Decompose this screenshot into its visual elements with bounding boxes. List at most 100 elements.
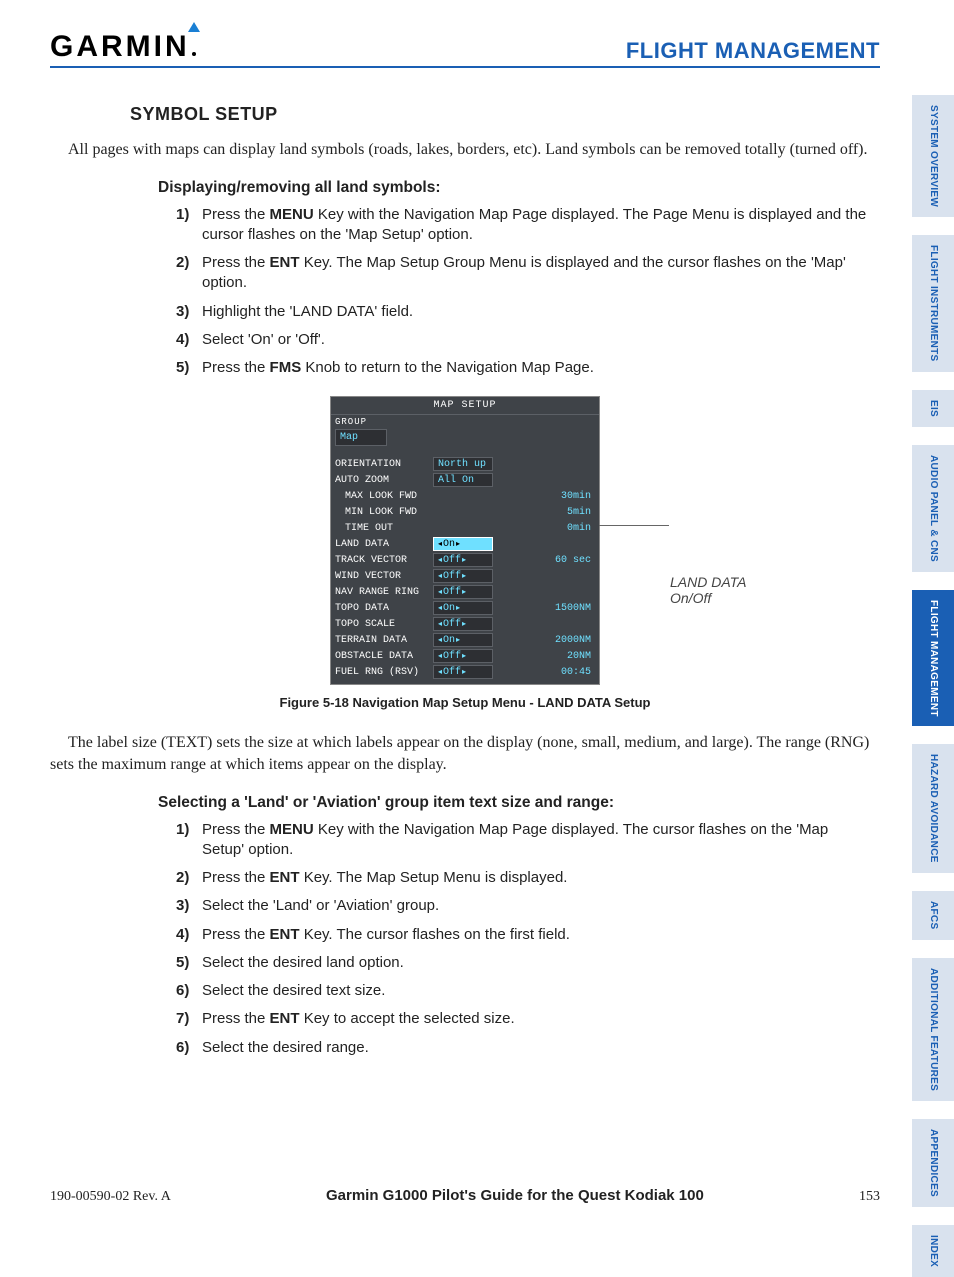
setting-label: MAX LOOK FWD (335, 491, 433, 502)
key-name: MENU (270, 206, 314, 223)
step-number: 4) (176, 330, 202, 350)
figure-block: MAP SETUP GROUP Map ORIENTATIONNorth upA… (50, 396, 880, 685)
procedure-heading-1: Displaying/removing all land symbols: (158, 179, 880, 197)
key-name: ENT (270, 926, 300, 943)
setting-value: Off (433, 665, 493, 679)
map-setup-row: TIME OUT0min (335, 520, 595, 536)
setting-label: NAV RANGE RING (335, 587, 433, 598)
setting-label: TOPO SCALE (335, 619, 433, 630)
figure-caption: Figure 5-18 Navigation Map Setup Menu - … (50, 695, 880, 710)
step-item: 2)Press the ENT Key. The Map Setup Menu … (176, 868, 870, 888)
map-setup-row: TERRAIN DATAOn2000NM (335, 632, 595, 648)
map-setup-title: MAP SETUP (331, 397, 599, 415)
procedure-heading-2: Selecting a 'Land' or 'Aviation' group i… (158, 794, 880, 812)
step-text: Press the MENU Key with the Navigation M… (202, 820, 870, 861)
step-text: Press the ENT Key. The Map Setup Group M… (202, 253, 870, 294)
key-name: ENT (270, 1010, 300, 1027)
intro-paragraph-1: All pages with maps can display land sym… (50, 139, 880, 161)
section-tab[interactable]: HAZARD AVOIDANCE (912, 744, 954, 873)
callout-leader-line (599, 525, 669, 526)
step-text: Select 'On' or 'Off'. (202, 330, 870, 350)
setting-label: OBSTACLE DATA (335, 651, 433, 662)
setting-extra: 5min (493, 507, 595, 518)
figure-callout: LAND DATA On/Off (670, 574, 747, 606)
setting-label: TOPO DATA (335, 603, 433, 614)
setting-value: Off (433, 585, 493, 599)
map-setup-row: AUTO ZOOMAll On (335, 472, 595, 488)
step-text: Press the FMS Knob to return to the Navi… (202, 358, 870, 378)
step-item: 5)Press the FMS Knob to return to the Na… (176, 358, 870, 378)
setting-value: Off (433, 617, 493, 631)
step-item: 5)Select the desired land option. (176, 953, 870, 973)
section-tab[interactable]: AFCS (912, 891, 954, 939)
setting-extra: 0min (493, 523, 595, 534)
step-item: 7)Press the ENT Key to accept the select… (176, 1009, 870, 1029)
section-tab[interactable]: EIS (912, 390, 954, 427)
step-number: 4) (176, 925, 202, 945)
map-setup-row: ORIENTATIONNorth up (335, 456, 595, 472)
setting-extra: 1500NM (493, 603, 595, 614)
step-item: 2)Press the ENT Key. The Map Setup Group… (176, 253, 870, 294)
step-item: 6)Select the desired text size. (176, 981, 870, 1001)
step-text: Highlight the 'LAND DATA' field. (202, 302, 870, 322)
section-tab[interactable]: FLIGHT INSTRUMENTS (912, 235, 954, 372)
setting-extra: 20NM (493, 651, 595, 662)
step-number: 7) (176, 1009, 202, 1029)
step-text: Select the desired land option. (202, 953, 870, 973)
setting-value: On (433, 601, 493, 615)
section-title: SYMBOL SETUP (130, 104, 880, 125)
setting-extra: 00:45 (493, 667, 595, 678)
page-header: GARMIN FLIGHT MANAGEMENT (50, 30, 880, 68)
step-item: 4)Select 'On' or 'Off'. (176, 330, 870, 350)
step-number: 2) (176, 253, 202, 294)
logo-text: GARMIN (50, 30, 190, 63)
step-item: 3)Highlight the 'LAND DATA' field. (176, 302, 870, 322)
footer-revision: 190-00590-02 Rev. A (50, 1189, 171, 1205)
step-number: 5) (176, 358, 202, 378)
step-text: Select the 'Land' or 'Aviation' group. (202, 896, 870, 916)
callout-line1: LAND DATA (670, 574, 747, 590)
map-setup-row: LAND DATAOn (335, 536, 595, 552)
footer-page-number: 153 (859, 1189, 880, 1205)
intro-paragraph-2: The label size (TEXT) sets the size at w… (50, 732, 880, 775)
section-tab[interactable]: INDEX (912, 1225, 954, 1277)
map-setup-row: TOPO SCALEOff (335, 616, 595, 632)
chapter-title: FLIGHT MANAGEMENT (626, 38, 880, 64)
procedure-steps-1: 1)Press the MENU Key with the Navigation… (176, 205, 870, 379)
section-tab[interactable]: APPENDICES (912, 1119, 954, 1207)
step-text: Select the desired text size. (202, 981, 870, 1001)
setting-label: TERRAIN DATA (335, 635, 433, 646)
step-item: 3)Select the 'Land' or 'Aviation' group. (176, 896, 870, 916)
setting-extra: 60 sec (493, 555, 595, 566)
step-number: 3) (176, 896, 202, 916)
section-tab[interactable]: AUDIO PANEL & CNS (912, 445, 954, 572)
map-setup-row: TRACK VECTOROff60 sec (335, 552, 595, 568)
step-number: 5) (176, 953, 202, 973)
garmin-logo: GARMIN (50, 30, 196, 64)
section-tab[interactable]: SYSTEM OVERVIEW (912, 95, 954, 217)
map-setup-row: TOPO DATAOn1500NM (335, 600, 595, 616)
section-tab[interactable]: FLIGHT MANAGEMENT (912, 590, 954, 727)
map-setup-row: NAV RANGE RINGOff (335, 584, 595, 600)
callout-line2: On/Off (670, 590, 711, 606)
step-number: 2) (176, 868, 202, 888)
step-number: 3) (176, 302, 202, 322)
key-name: ENT (270, 254, 300, 271)
setting-value: Off (433, 553, 493, 567)
step-item: 4)Press the ENT Key. The cursor flashes … (176, 925, 870, 945)
setting-label: ORIENTATION (335, 459, 433, 470)
map-setup-screenshot: MAP SETUP GROUP Map ORIENTATIONNorth upA… (330, 396, 600, 685)
map-setup-row: OBSTACLE DATAOff20NM (335, 648, 595, 664)
section-tabs: SYSTEM OVERVIEW FLIGHT INSTRUMENTS EIS AUDI… (912, 95, 954, 1277)
setting-label: AUTO ZOOM (335, 475, 433, 486)
step-number: 6) (176, 1038, 202, 1058)
footer-guide-title: Garmin G1000 Pilot's Guide for the Quest… (326, 1187, 704, 1204)
step-text: Press the MENU Key with the Navigation M… (202, 205, 870, 246)
setting-value: Off (433, 569, 493, 583)
section-tab[interactable]: ADDITIONAL FEATURES (912, 958, 954, 1101)
map-setup-rows: ORIENTATIONNorth upAUTO ZOOMAll On MAX LO… (331, 452, 599, 684)
key-name: MENU (270, 821, 314, 838)
step-item: 6)Select the desired range. (176, 1038, 870, 1058)
group-label: GROUP (331, 415, 599, 427)
step-text: Press the ENT Key. The Map Setup Menu is… (202, 868, 870, 888)
